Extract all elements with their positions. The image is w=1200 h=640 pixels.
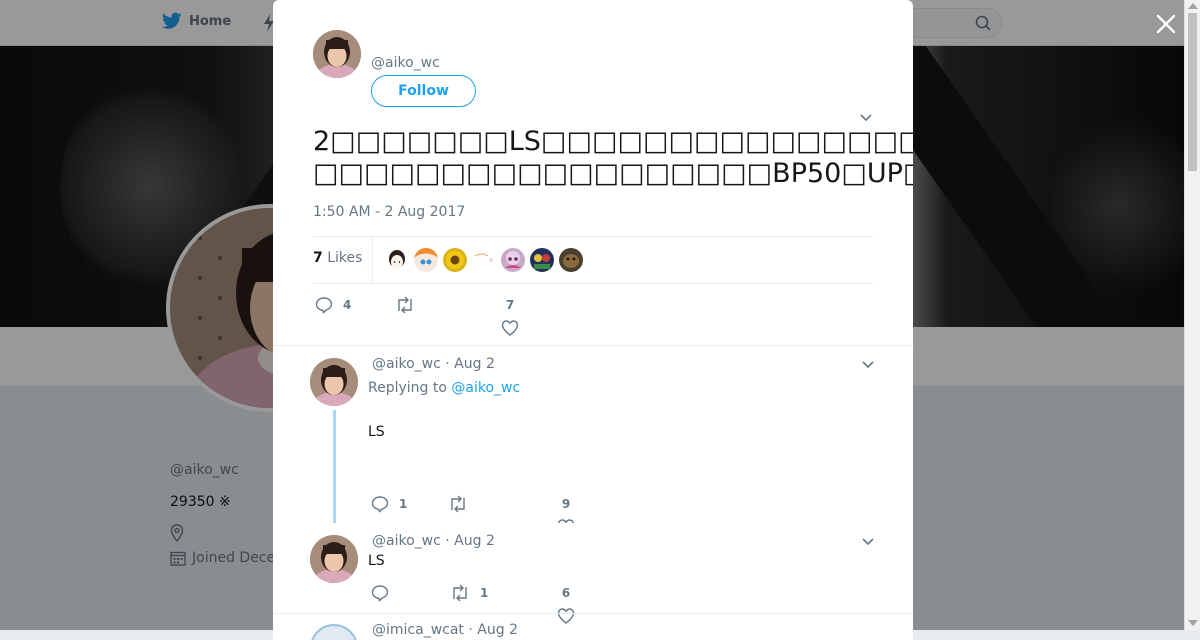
reply-header: @aiko_wc · Aug 2 [372,533,495,549]
reply-icon [371,585,389,602]
thread-connector [333,410,336,534]
liker-avatar[interactable] [559,248,583,272]
heart-icon [501,320,519,336]
scroll-down-arrow-icon[interactable] [1188,620,1198,626]
reply-handle[interactable]: @aiko_wc [372,356,441,372]
reply-handle[interactable]: @aiko_wc [372,533,441,549]
retweet-icon [453,584,467,602]
reply-tweet[interactable]: @imica_wcat · Aug 2 [273,614,913,640]
reply-icon [371,496,389,513]
retweet-icon [451,495,465,513]
liker-avatar[interactable] [501,248,525,272]
reply-date[interactable]: Aug 2 [454,533,495,549]
scrollbar-thumb[interactable] [1188,13,1197,171]
like-count: 7 [505,298,515,312]
reply-header: @imica_wcat · Aug 2 [372,622,518,638]
reply-author-avatar[interactable] [310,624,358,640]
reply-text: LS [368,553,385,569]
likes-count-number: 7 [313,250,323,266]
scroll-up-arrow-icon[interactable] [1188,3,1198,9]
reply-action[interactable]: 1 [371,495,407,513]
close-icon[interactable] [1154,12,1178,36]
reply-action[interactable] [371,584,399,602]
reply-count: 4 [343,298,352,312]
tweet-text-line-2: □□□□□□□□□□□□□□□□□□BP50□UP□□□□□□□□□□□□□□□… [313,158,913,189]
chevron-down-icon[interactable] [859,113,873,123]
reply-date[interactable]: Aug 2 [477,622,518,638]
follow-button[interactable]: Follow [371,75,476,107]
tweet-text: 2□□□□□□□LS□□□□□□□□□□□□□□□ □□□□□□□□□ □□□□□… [313,126,913,190]
tweet-stats: 7 Likes [313,236,873,284]
reply-count: 1 [399,497,408,511]
tweet-text-line-1: 2□□□□□□□LS□□□□□□□□□□□□□□□□□□□□□□□□ [313,126,913,157]
tweet-timestamp[interactable]: 1:50 AM - 2 Aug 2017 [313,204,465,220]
stats-divider [372,237,373,283]
reply-author-avatar[interactable] [310,535,358,583]
reply-action[interactable]: 4 [315,296,351,314]
reply-tweet[interactable]: @aiko_wc · Aug 2 LS 1 6 [273,523,913,624]
liker-avatar[interactable] [414,248,438,272]
replying-to: Replying to @aiko_wc [368,380,520,396]
reply-handle[interactable]: @imica_wcat [372,622,464,638]
chevron-down-icon[interactable] [861,360,875,370]
like-count: 6 [561,586,571,600]
liker-avatar[interactable] [472,248,496,272]
liker-avatar[interactable] [530,248,554,272]
liker-avatar[interactable] [385,248,409,272]
like-action[interactable]: 7 [501,298,519,336]
reply-header: @aiko_wc · Aug 2 [372,356,495,372]
tweet-permalink-modal: @aiko_wc Follow 2□□□□□□□LS□□□□□□□□□□□□□□… [273,0,913,640]
reply-text: LS [368,424,385,440]
reply-icon [315,297,333,314]
author-handle[interactable]: @aiko_wc [371,55,440,71]
retweet-action[interactable] [395,296,425,314]
replying-to-label: Replying to [368,380,447,396]
chevron-down-icon[interactable] [861,537,875,547]
retweet-action[interactable]: 1 [450,584,488,602]
reply-date[interactable]: Aug 2 [454,356,495,372]
reply-author-avatar[interactable] [310,358,358,406]
retweet-count: 1 [480,586,489,600]
replying-to-handle-link[interactable]: @aiko_wc [451,380,520,396]
likers-avatars [385,248,583,272]
retweet-icon [398,296,412,314]
like-count: 9 [561,497,571,511]
page-scrollbar[interactable] [1184,0,1200,630]
likes-count[interactable]: 7 Likes [313,250,362,266]
liker-avatar[interactable] [443,248,467,272]
reply-tweet[interactable]: @aiko_wc · Aug 2 Replying to @aiko_wc LS… [273,346,913,535]
author-avatar[interactable] [313,30,361,78]
likes-count-label: Likes [327,250,363,266]
retweet-action[interactable] [448,495,478,513]
